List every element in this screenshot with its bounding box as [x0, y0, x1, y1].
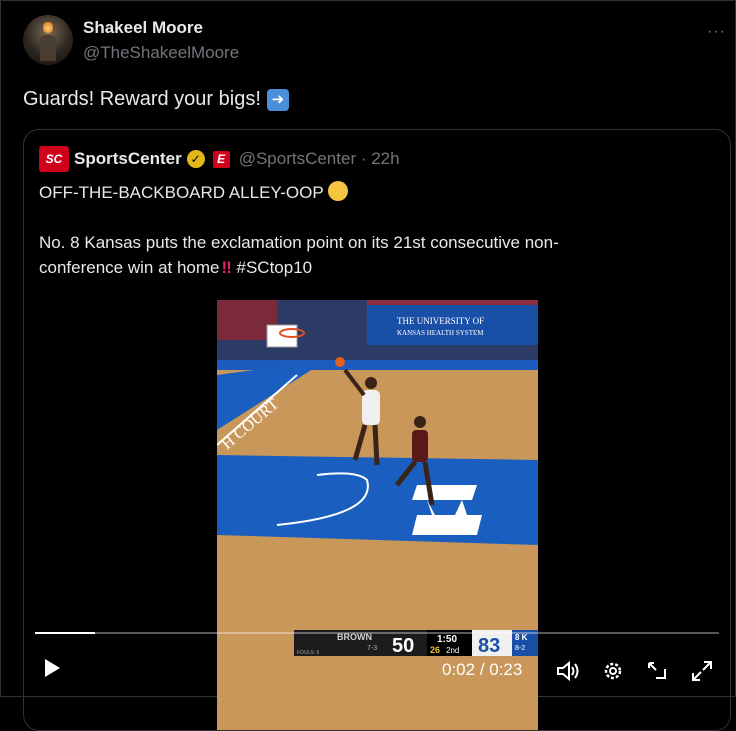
author-name[interactable]: Shakeel Moore: [83, 18, 203, 38]
play-icon[interactable]: [43, 658, 61, 684]
period: 2nd: [446, 646, 459, 655]
home-rank: 8 K: [515, 633, 528, 642]
court-blue-band: [217, 455, 538, 545]
banner-line-1: THE UNIVERSITY OF: [397, 316, 484, 326]
author-handle[interactable]: @TheShakeelMoore: [83, 43, 239, 63]
home-score: 83: [478, 635, 500, 657]
quoted-text-line-1: OFF-THE-BACKBOARD ALLEY-OOP: [39, 181, 348, 203]
video-progress-bar[interactable]: [35, 632, 719, 634]
quoted-author-name[interactable]: SportsCenter: [74, 149, 182, 169]
quoted-text-line-2: No. 8 Kansas puts the exclamation point …: [39, 233, 559, 252]
home-record: 8-2: [515, 645, 525, 652]
espn-affiliate-icon: E: [212, 150, 230, 168]
kansas-player-body: [362, 390, 380, 425]
hashtag-link[interactable]: #SCtop10: [237, 258, 313, 277]
away-record: 7-3: [367, 645, 377, 652]
basketball: [335, 357, 345, 367]
brown-player-body: [412, 430, 428, 462]
quoted-tweet[interactable]: SC SportsCenter ✓ E @SportsCenter · 22h …: [23, 129, 731, 731]
quoted-text-tail: conference win at home: [39, 258, 220, 277]
settings-gear-icon[interactable]: [602, 660, 624, 688]
verified-badge-icon: ✓: [186, 150, 205, 168]
game-clock: 1:50: [437, 634, 457, 645]
picture-in-picture-icon[interactable]: [646, 660, 668, 688]
tweet-card: Shakeel Moore @TheShakeelMoore ··· Guard…: [0, 0, 736, 731]
right-arrow-emoji-icon: ➜: [266, 88, 289, 111]
video-time: 0:02 / 0:23: [442, 660, 523, 679]
fouls: FOULS: 6: [297, 650, 319, 656]
quoted-tweet-header: SC SportsCenter ✓ E @SportsCenter · 22h: [39, 146, 400, 172]
tweet-text: Guards! Reward your bigs! ➜: [23, 88, 289, 111]
banner-line-2: KANSAS HEALTH SYSTEM: [397, 329, 484, 337]
author-avatar[interactable]: [23, 15, 73, 65]
brown-player-head: [414, 416, 426, 428]
video-progress-fill: [35, 632, 95, 634]
more-options-icon[interactable]: ···: [707, 23, 726, 41]
shot-clock: 26: [430, 645, 440, 655]
away-score: 50: [392, 635, 414, 657]
double-exclamation-emoji-icon: ‼: [221, 258, 232, 277]
quoted-text-line-3: conference win at home ‼ #SCtop10: [39, 258, 312, 278]
kansas-player-head: [365, 377, 377, 389]
torch-flame: [43, 21, 53, 33]
avatar-figure: [40, 35, 56, 61]
volume-icon[interactable]: [556, 660, 580, 688]
quoted-headline: OFF-THE-BACKBOARD ALLEY-OOP: [39, 183, 324, 202]
quoted-author-handle[interactable]: @SportsCenter · 22h: [239, 149, 400, 169]
sportscenter-logo-icon[interactable]: SC: [39, 146, 69, 172]
fullscreen-icon[interactable]: [691, 660, 713, 688]
mind-blown-emoji-icon: [327, 181, 348, 201]
tweet-text-body: Guards! Reward your bigs!: [23, 88, 261, 110]
